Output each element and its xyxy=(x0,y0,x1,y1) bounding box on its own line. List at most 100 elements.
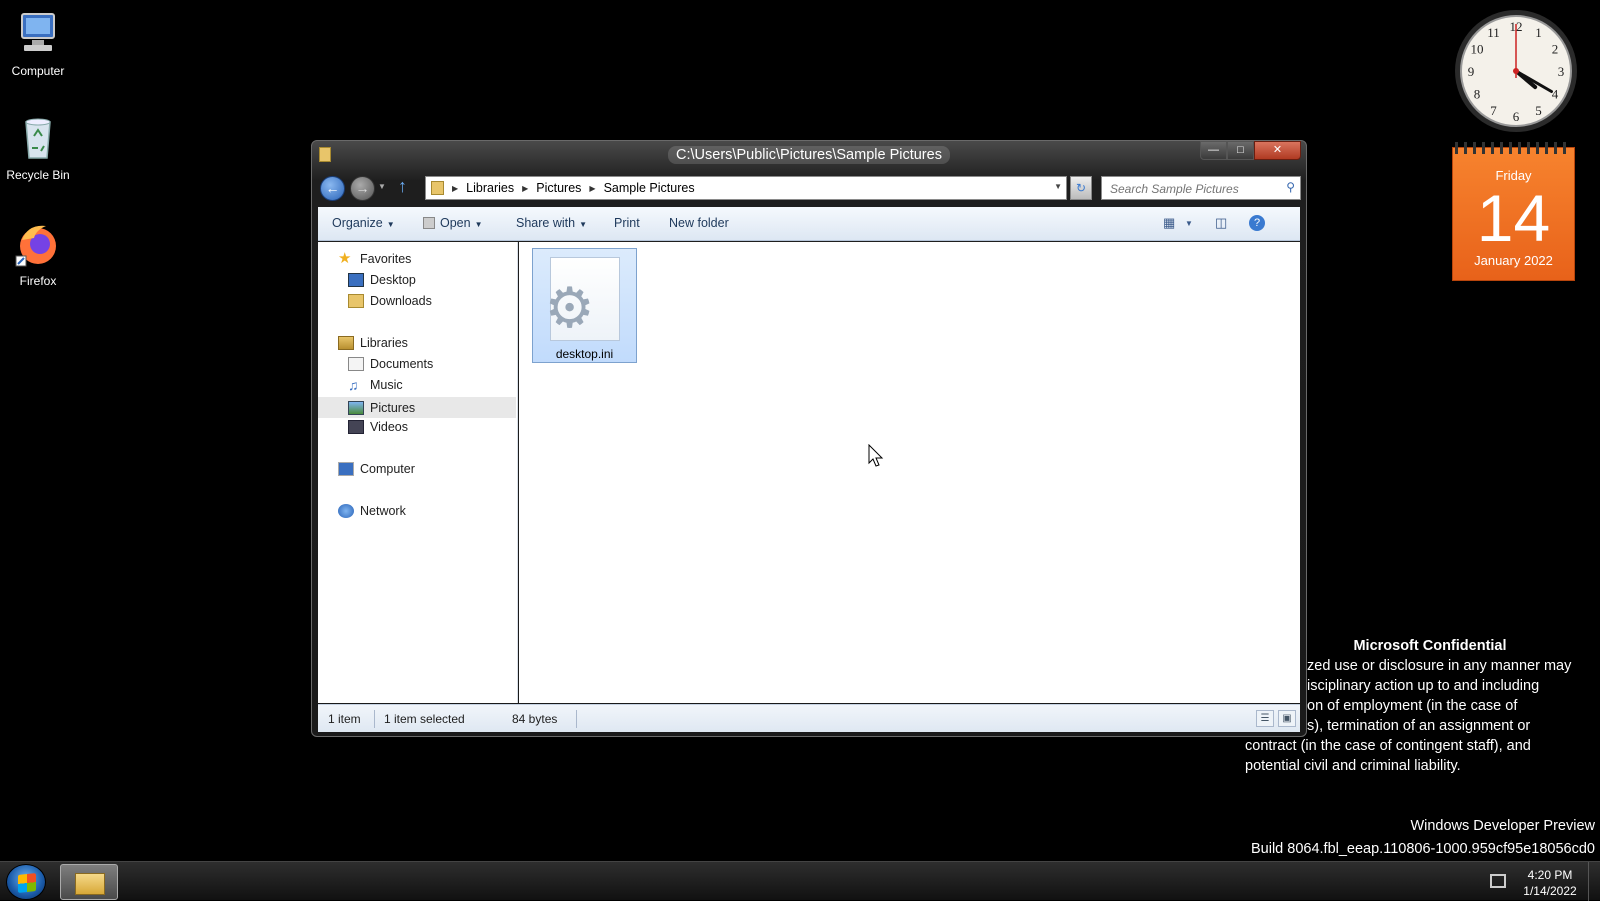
more-options-icon[interactable]: ▼ xyxy=(1185,219,1193,228)
organize-button[interactable]: Organize ▼ xyxy=(332,216,395,230)
open-label: Open xyxy=(440,216,471,230)
caption-buttons: — □ ✕ xyxy=(1200,141,1301,160)
print-button[interactable]: Print xyxy=(614,216,640,230)
chevron-down-icon: ▼ xyxy=(386,220,395,229)
file-list[interactable]: ⚙ desktop.ini xyxy=(519,242,1300,703)
back-button[interactable]: ← xyxy=(320,176,345,201)
gear-icon: ⚙ xyxy=(544,276,595,339)
nav-videos[interactable]: Videos xyxy=(348,420,408,434)
nav-label: Music xyxy=(370,378,403,392)
open-button[interactable]: Open ▼ xyxy=(423,216,483,230)
calendar-gadget[interactable]: Friday 14 January 2022 xyxy=(1452,142,1575,281)
preview-pane-icon[interactable]: ◫ xyxy=(1215,215,1227,231)
downloads-icon xyxy=(348,294,364,308)
up-arrow-icon[interactable]: ↑ xyxy=(398,176,407,197)
share-with-button[interactable]: Share with ▼ xyxy=(516,216,587,230)
clock-numeral: 4 xyxy=(1552,87,1559,102)
clock-numeral: 6 xyxy=(1513,109,1520,124)
show-desktop-button[interactable] xyxy=(1588,862,1600,901)
taskbar-time: 4:20 PM xyxy=(1527,868,1573,882)
action-center-icon[interactable] xyxy=(1490,874,1506,888)
clock-numeral: 5 xyxy=(1535,103,1542,118)
nav-network[interactable]: Network xyxy=(338,504,406,518)
nav-label: Pictures xyxy=(370,400,416,415)
breadcrumb-separator-icon[interactable]: ▶ xyxy=(589,184,595,193)
breadcrumb-libraries[interactable]: Libraries xyxy=(466,181,514,195)
taskbar: 4:20 PM 1/14/2022 xyxy=(0,861,1600,901)
refresh-button[interactable]: ↻ xyxy=(1070,176,1092,200)
desktop-icon-firefox[interactable]: Firefox xyxy=(0,220,76,288)
videos-icon xyxy=(348,420,364,434)
confidential-line: contract (in the case of contingent staf… xyxy=(1245,738,1531,754)
new-folder-button[interactable]: New folder xyxy=(669,216,729,230)
breadcrumb-pictures[interactable]: Pictures xyxy=(536,181,581,195)
help-icon[interactable]: ? xyxy=(1249,215,1265,231)
search-input[interactable] xyxy=(1108,181,1278,197)
clock-numeral: 10 xyxy=(1471,42,1484,57)
desktop-icon-computer[interactable]: Computer xyxy=(0,10,76,78)
taskbar-date: 1/14/2022 xyxy=(1523,884,1577,898)
breadcrumb-sample-pictures[interactable]: Sample Pictures xyxy=(604,181,695,195)
libraries-icon xyxy=(338,336,354,350)
desktop-icon-label: Computer xyxy=(11,64,65,78)
nav-favorites[interactable]: ★ Favorites xyxy=(338,250,412,267)
search-icon[interactable]: ⚲ xyxy=(1286,180,1295,194)
build-watermark: Windows Developer Preview Build 8064.fbl… xyxy=(1251,815,1595,861)
nav-desktop[interactable]: Desktop xyxy=(348,273,416,287)
desktop-icon-label: Recycle Bin xyxy=(6,168,70,182)
recycle-bin-icon xyxy=(14,114,62,162)
breadcrumb: ▶ Libraries ▶ Pictures ▶ Sample Pictures xyxy=(452,181,695,195)
chevron-down-icon: ▼ xyxy=(579,220,587,229)
status-divider xyxy=(576,710,577,728)
nav-label: Computer xyxy=(360,462,415,476)
nav-downloads[interactable]: Downloads xyxy=(348,294,432,308)
clock-numeral: 1 xyxy=(1535,25,1542,40)
taskbar-explorer-button[interactable] xyxy=(60,864,118,900)
clock-numeral: 11 xyxy=(1487,25,1500,40)
details-view-icon[interactable]: ☰ xyxy=(1256,710,1274,727)
explorer-window[interactable]: C:\Users\Public\Pictures\Sample Pictures… xyxy=(311,140,1307,737)
breadcrumb-separator-icon[interactable]: ▶ xyxy=(522,184,528,193)
maximize-button[interactable]: □ xyxy=(1227,141,1254,160)
nav-music[interactable]: ♫ Music xyxy=(348,378,403,392)
command-bar: Organize ▼ Open ▼ Share with ▼ Print New fo… xyxy=(318,207,1300,241)
confidential-heading: Microsoft Confidential xyxy=(1353,638,1507,654)
start-button[interactable] xyxy=(6,864,46,900)
clock-numeral: 8 xyxy=(1474,87,1481,102)
item-count: 1 item xyxy=(328,712,361,726)
minimize-button[interactable]: — xyxy=(1200,141,1227,160)
desktop-icon-recycle-bin[interactable]: Recycle Bin xyxy=(0,114,76,182)
nav-label: Desktop xyxy=(370,273,416,287)
title-bar[interactable]: C:\Users\Public\Pictures\Sample Pictures… xyxy=(312,141,1306,171)
computer-icon xyxy=(338,462,354,476)
recent-pages-dropdown[interactable]: ▼ xyxy=(378,182,386,191)
nav-pictures[interactable]: Pictures xyxy=(318,397,516,418)
search-box[interactable]: ⚲ xyxy=(1101,176,1301,200)
nav-computer[interactable]: Computer xyxy=(338,462,415,476)
nav-libraries[interactable]: Libraries xyxy=(338,336,408,350)
clock-numeral: 3 xyxy=(1558,64,1565,79)
star-icon: ★ xyxy=(338,250,352,267)
clock-gadget[interactable]: 1 2 3 4 5 6 7 8 9 10 11 12 xyxy=(1453,8,1579,134)
folder-icon xyxy=(75,873,105,895)
watermark-build: Build 8064.fbl_eeap.110806-1000.959cf95e… xyxy=(1250,841,1595,857)
taskbar-clock[interactable]: 4:20 PM 1/14/2022 xyxy=(1520,867,1580,899)
chevron-down-icon: ▼ xyxy=(474,220,483,229)
change-view-icon[interactable]: ▦ xyxy=(1163,215,1175,231)
open-icon xyxy=(423,217,435,229)
nav-documents[interactable]: Documents xyxy=(348,357,433,371)
file-item[interactable]: ⚙ desktop.ini xyxy=(532,248,637,363)
address-bar[interactable]: ▶ Libraries ▶ Pictures ▶ Sample Pictures… xyxy=(425,176,1067,200)
address-dropdown-icon[interactable]: ▼ xyxy=(1054,182,1062,191)
computer-icon xyxy=(14,10,62,58)
navigation-pane: ★ Favorites Desktop Downloads Libraries D… xyxy=(318,242,518,703)
watermark-edition: Windows Developer Preview xyxy=(1410,818,1595,834)
documents-icon xyxy=(348,357,364,371)
large-icons-view-icon[interactable]: ▣ xyxy=(1278,710,1296,727)
close-button[interactable]: ✕ xyxy=(1254,141,1301,160)
desktop-icon xyxy=(348,273,364,287)
breadcrumb-separator-icon[interactable]: ▶ xyxy=(452,184,458,193)
forward-button[interactable]: → xyxy=(350,176,375,201)
windows-logo-icon xyxy=(18,873,36,893)
nav-label: Favorites xyxy=(360,252,412,266)
